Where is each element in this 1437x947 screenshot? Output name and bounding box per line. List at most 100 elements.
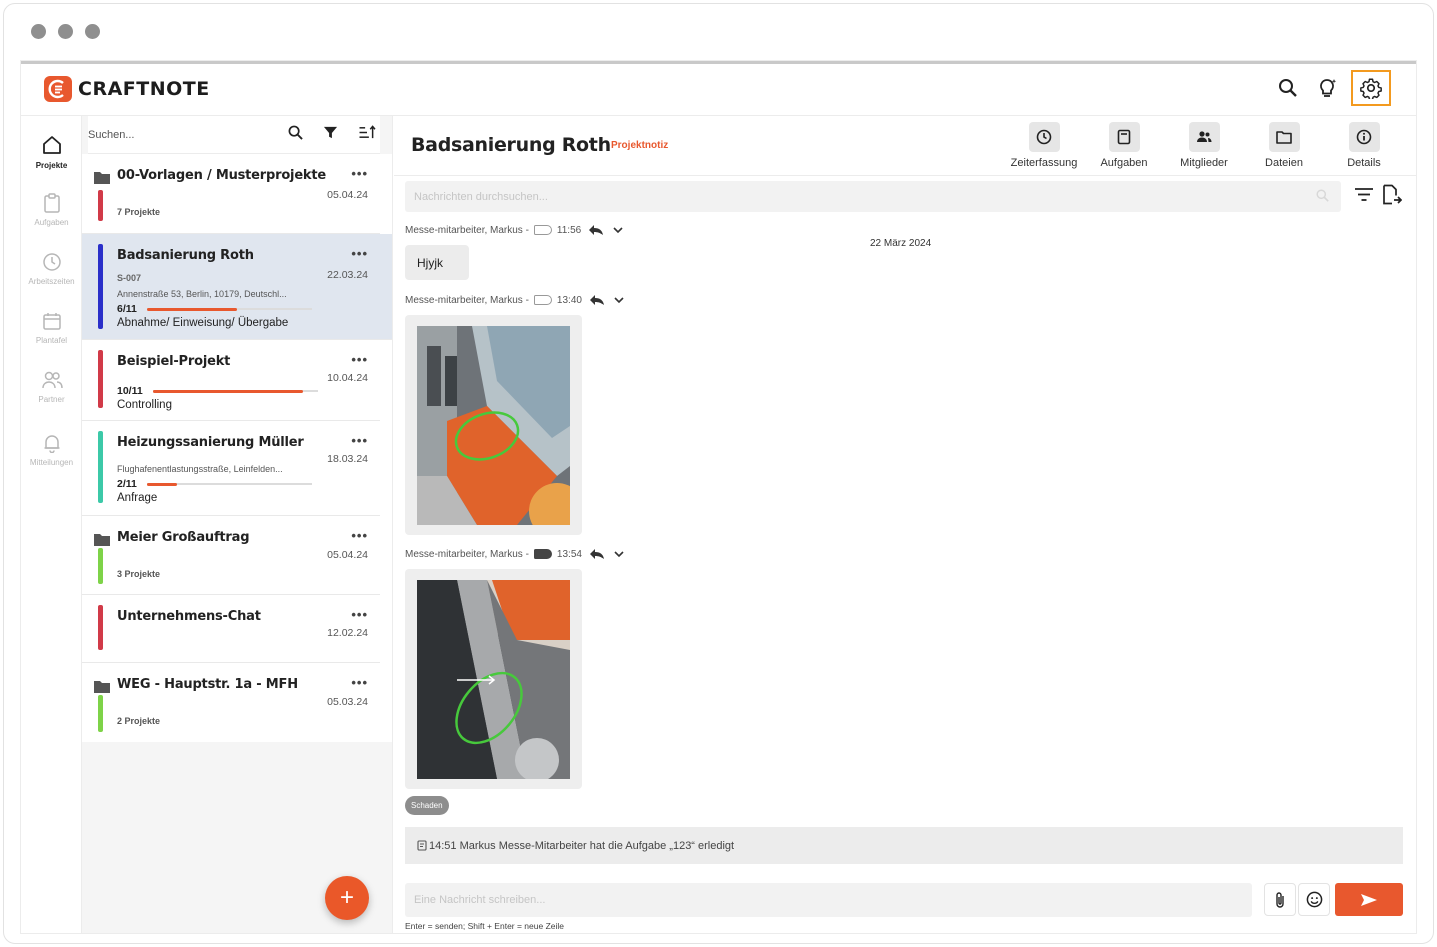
task-icon [417,840,427,851]
more-menu-icon[interactable]: ••• [351,675,368,690]
left-navigation: Projekte Aufgaben Arbeitszeiten Plantafe… [21,116,82,933]
window-controls [31,24,100,39]
search-icon[interactable] [1271,71,1305,105]
image-message[interactable] [405,315,582,535]
project-title: Unternehmens-Chat [117,609,261,624]
project-count: 7 Projekte [117,207,161,217]
message-input[interactable] [405,894,1252,906]
color-bar [98,244,103,329]
filter-lines-icon[interactable] [1354,187,1374,203]
filter-icon[interactable] [323,125,338,140]
tab-dateien[interactable]: Dateien [1244,122,1324,169]
add-project-button[interactable]: + [325,876,369,920]
list-item-folder[interactable]: WEG - Hauptstr. 1a - MFH ••• 05.03.24 2 … [82,663,380,742]
project-list-tools [288,125,376,140]
home-icon [42,136,61,154]
progress-fill [152,389,303,393]
project-title: WEG - Hauptstr. 1a - MFH [117,677,298,692]
tag-filled-icon[interactable] [533,549,552,559]
tab-mitglieder[interactable]: Mitglieder [1164,122,1244,169]
project-address: Annenstraße 53, Berlin, 10179, Deutschl.… [117,289,287,299]
more-menu-icon[interactable]: ••• [351,166,368,181]
more-menu-icon[interactable]: ••• [351,246,368,261]
attach-button[interactable] [1264,883,1296,916]
more-menu-icon[interactable]: ••• [351,528,368,543]
more-menu-icon[interactable]: ••• [351,352,368,367]
tab-label: Details [1347,157,1381,169]
project-date: 18.03.24 [327,453,368,465]
more-menu-icon[interactable]: ••• [351,607,368,622]
search-icon[interactable] [288,125,303,140]
tab-label: Mitglieder [1180,157,1228,169]
gear-icon[interactable] [1351,70,1391,106]
progress-bar [146,482,312,486]
logo-icon [44,76,72,102]
tag-outline-icon[interactable] [533,295,552,305]
tab-zeiterfassung[interactable]: Zeiterfassung [1004,122,1084,169]
maximize-window-dot[interactable] [85,24,100,39]
message-time: 13:40 [556,294,582,306]
nav-item-plantafel[interactable]: Plantafel [21,303,82,362]
photo-thumbnail[interactable] [417,326,570,525]
sort-icon[interactable] [358,125,376,140]
image-message[interactable] [405,569,582,789]
chevron-down-icon[interactable] [611,224,625,236]
message-composer [405,883,1252,917]
send-icon [1361,893,1377,906]
progress-label: 10/11 [117,385,143,397]
nav-item-mitteilungen[interactable]: Mitteilungen [21,421,82,480]
info-icon [1356,129,1372,145]
lightbulb-icon[interactable] [1311,71,1345,105]
system-message: 14:51 Markus Messe-Mitarbeiter hat die A… [405,827,1403,864]
color-bar [98,605,103,650]
project-date: 22.03.24 [327,269,368,281]
logo[interactable]: CRAFTNOTE [44,76,210,102]
list-item-chat[interactable]: Unternehmens-Chat ••• 12.02.24 [82,595,380,663]
reply-icon[interactable] [588,224,604,236]
more-menu-icon[interactable]: ••• [351,433,368,448]
nav-label: Mitteilungen [29,458,74,467]
search-icon[interactable] [1316,189,1329,202]
photo-thumbnail[interactable] [417,580,570,779]
reply-icon[interactable] [589,548,605,560]
list-item-project[interactable]: Beispiel-Projekt ••• 10.04.24 10/11 Cont… [82,340,380,421]
tab-details[interactable]: Details [1324,122,1404,169]
list-item-folder[interactable]: Meier Großauftrag ••• 05.04.24 3 Projekt… [82,516,380,595]
chevron-down-icon[interactable] [612,294,626,306]
export-document-icon[interactable] [1382,184,1402,206]
list-item-project[interactable]: Badsanierung Roth ••• 22.03.24 S-007 Ann… [82,234,392,340]
message-search-input[interactable] [405,190,1285,203]
list-item-folder[interactable]: 00-Vorlagen / Musterprojekte ••• 05.04.2… [82,154,380,234]
project-search-input[interactable] [88,119,278,150]
send-button[interactable] [1335,883,1403,916]
emoji-button[interactable] [1298,883,1330,916]
message-meta: Messe-mitarbeiter, Markus - 13:40 [405,294,626,306]
close-window-dot[interactable] [31,24,46,39]
calendar-icon [42,313,61,330]
message-author: Messe-mitarbeiter, Markus - [405,548,529,560]
reply-icon[interactable] [589,294,605,306]
tab-aufgaben[interactable]: Aufgaben [1084,122,1164,169]
folder-icon [94,681,110,693]
progress-label: 2/11 [117,478,137,490]
project-date: 05.04.24 [327,189,368,201]
composer-hint: Enter = senden; Shift + Enter = neue Zei… [405,921,565,931]
nav-item-aufgaben[interactable]: Aufgaben [21,185,82,244]
nav-label: Plantafel [35,336,68,345]
message-search-bar [405,181,1341,212]
progress-bar [146,307,312,311]
nav-item-arbeitszeiten[interactable]: Arbeitszeiten [21,244,82,303]
folder-icon [94,172,110,184]
minimize-window-dot[interactable] [58,24,73,39]
page-title: Badsanierung Roth [411,134,611,156]
nav-item-partner[interactable]: Partner [21,362,82,421]
nav-item-projekte[interactable]: Projekte [21,116,82,185]
project-date: 10.04.24 [327,372,368,384]
chevron-down-icon[interactable] [612,548,626,560]
list-item-project[interactable]: Heizungssanierung Müller ••• 18.03.24 Fl… [82,421,380,516]
tag-badge[interactable]: Schaden [405,796,449,815]
tab-label: Zeiterfassung [1010,157,1078,169]
message-meta: Messe-mitarbeiter, Markus - 11:56 [405,224,625,236]
project-type-badge: Projektnotiz [611,140,669,151]
tag-outline-icon[interactable] [533,225,552,235]
